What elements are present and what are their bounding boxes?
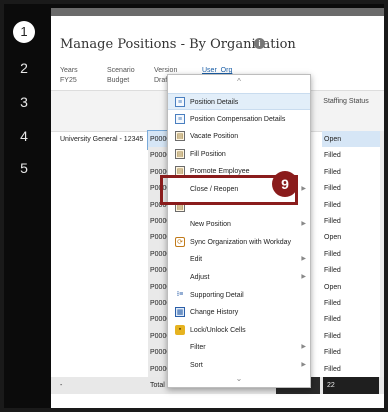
total-count: 22 [323, 377, 379, 394]
list-icon: ⁝≡ [176, 290, 184, 298]
menu-item-label: Filter [190, 344, 206, 352]
next-column-cell[interactable] [380, 278, 384, 297]
menu-item-new-position[interactable]: New Position ▶ [168, 216, 310, 233]
next-column-cell[interactable] [380, 180, 384, 198]
menu-item-label: Adjust [190, 274, 210, 281]
menu-scroll-up-icon[interactable]: ^ [168, 77, 310, 86]
lock-icon: ▪ [175, 324, 185, 335]
next-column-cell[interactable] [380, 295, 384, 313]
staffing-status-cell[interactable]: Open [322, 131, 380, 149]
total-label: Total [150, 382, 165, 389]
info-icon[interactable]: i [254, 38, 265, 49]
next-column-cell[interactable] [380, 262, 384, 280]
filter-value: Budget [107, 77, 130, 84]
menu-item-adjust[interactable]: Adjust ▶ [168, 269, 310, 286]
menu-item-position-compensation-details[interactable]: ≡ Position Compensation Details [168, 111, 310, 128]
menu-item-label: Supporting Detail [190, 291, 244, 299]
context-menu: ^ ⌄ ≡ Position Details ≡ Position Compensat… [167, 74, 311, 388]
staffing-status-cell[interactable]: Filled [322, 147, 380, 165]
next-column-cell[interactable] [380, 245, 384, 264]
org-cell[interactable]: University General - 12345 [60, 131, 148, 149]
history-icon: ▦ [175, 307, 185, 318]
submenu-arrow-icon: ▶ [301, 344, 306, 351]
submenu-arrow-icon: ▶ [301, 362, 306, 368]
staffing-status-cell[interactable]: Filled [322, 262, 380, 280]
menu-item-label: Lock/Unlock Cells [190, 326, 246, 334]
menu-item-sync-organization-with-workday[interactable]: ⟳ Sync Organization with Workday [168, 234, 310, 251]
menu-item-sort[interactable]: Sort ▶ [168, 357, 310, 374]
staffing-status-cell[interactable]: Open [322, 278, 380, 297]
next-column-cell[interactable] [380, 147, 384, 165]
filter-value: FY25 [60, 77, 77, 84]
next-column-cell[interactable] [380, 360, 384, 379]
staffing-status-cell[interactable]: Filled [322, 180, 380, 198]
submenu-arrow-icon: ▶ [301, 221, 306, 228]
menu-item-fill-position[interactable]: ▤ Fill Position [168, 146, 310, 163]
document-icon: ≡ [175, 97, 185, 107]
staffing-status-cell[interactable]: Filled [322, 311, 380, 329]
menu-item-lock-unlock-cells[interactable]: ▪ Lock/Unlock Cells [168, 322, 310, 339]
next-column-cell[interactable] [380, 213, 384, 231]
menu-item-label: Position Compensation Details [190, 115, 286, 123]
filter-label: Scenario [107, 67, 135, 74]
filter-label: Years [60, 67, 78, 74]
menu-item-label: Edit [190, 256, 203, 264]
menu-item-label: Sort [190, 362, 203, 369]
row-number-5: 5 [20, 160, 28, 176]
menu-item-label: Position Details [190, 99, 239, 106]
screenshot-frame: 1 2 3 4 5 Manage Positions - By Organiza… [4, 4, 384, 408]
submenu-arrow-icon: ▶ [301, 186, 306, 192]
menu-item-label: Vacate Position [190, 133, 239, 141]
menu-item-position-details[interactable]: ≡ Position Details [168, 93, 310, 110]
sync-icon: ⟳ [175, 236, 185, 247]
next-column-cell[interactable] [380, 311, 384, 329]
filter-years[interactable]: Years FY25 [60, 66, 78, 86]
document-icon: ≡ [175, 113, 185, 124]
next-column-cell[interactable] [380, 196, 384, 215]
menu-item-label: Sync Organization with Workday [190, 238, 292, 246]
row-number-3: 3 [20, 94, 28, 110]
staffing-status-cell[interactable]: Filled [322, 196, 380, 215]
step-badge: 9 [272, 171, 298, 197]
step-row-numbers: 1 2 3 4 5 [4, 4, 44, 408]
submenu-arrow-icon: ▶ [301, 256, 306, 263]
header-staffing-status: Staffing Status [323, 98, 369, 105]
row-number-4: 4 [20, 128, 28, 144]
next-column-cell[interactable] [380, 131, 384, 149]
staffing-status-cell[interactable]: Open [322, 229, 380, 247]
menu-item-filter[interactable]: Filter ▶ [168, 339, 310, 356]
filter-scenario[interactable]: Scenario Budget [107, 66, 135, 86]
menu-item-label: Fill Position [190, 150, 226, 158]
next-column-cell[interactable] [380, 344, 384, 362]
staffing-status-cell[interactable]: Filled [322, 344, 380, 362]
row-number-2: 2 [20, 60, 28, 76]
staffing-status-cell[interactable]: Filled [322, 245, 380, 264]
menu-item-label: New Position [190, 221, 231, 229]
next-column-cell[interactable] [380, 163, 384, 182]
staffing-status-cell[interactable]: Filled [322, 360, 380, 379]
menu-scroll-down-icon[interactable]: ⌄ [168, 374, 310, 383]
clipboard-icon: ▤ [175, 148, 185, 159]
staffing-status-cell[interactable]: Filled [322, 295, 380, 313]
row-number-1: 1 [13, 21, 35, 43]
menu-item-supporting-detail[interactable]: ⁝≡ Supporting Detail [168, 287, 310, 304]
menu-item-change-history[interactable]: ▦ Change History [168, 304, 310, 321]
top-strip [51, 8, 384, 16]
next-column-cell[interactable] [380, 229, 384, 247]
submenu-arrow-icon: ▶ [301, 274, 306, 280]
menu-item-vacate-position[interactable]: ▤ Vacate Position [168, 128, 310, 145]
next-column-cell[interactable] [380, 327, 384, 346]
staffing-status-cell[interactable]: Filled [322, 163, 380, 182]
clipboard-icon: ▤ [175, 131, 185, 142]
menu-item-label: Change History [190, 309, 239, 317]
staffing-status-cell[interactable]: Filled [322, 213, 380, 231]
staffing-status-cell[interactable]: Filled [322, 327, 380, 346]
total-org: - [60, 382, 63, 389]
menu-item-edit[interactable]: Edit ▶ [168, 251, 310, 268]
